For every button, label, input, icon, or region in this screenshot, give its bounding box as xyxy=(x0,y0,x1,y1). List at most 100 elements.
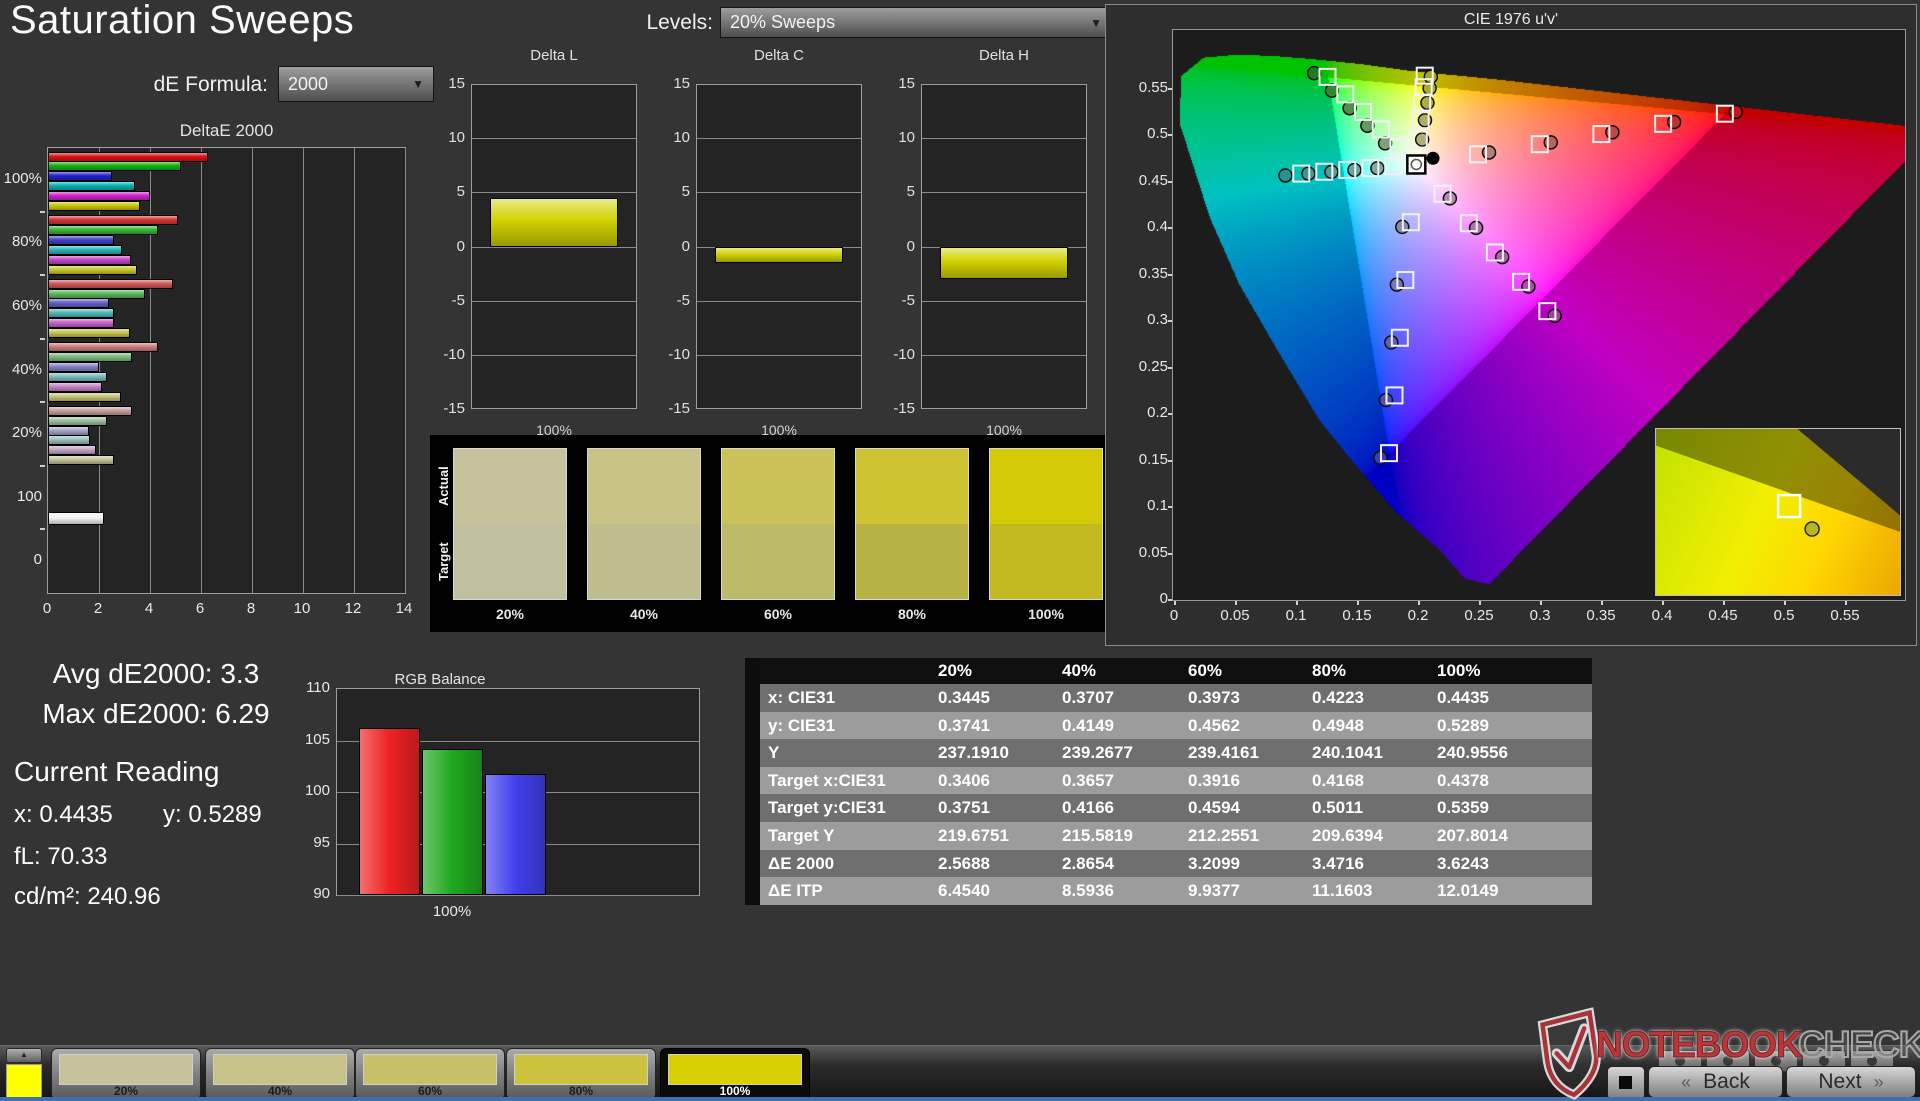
patch-button-20%[interactable]: 20% xyxy=(51,1048,201,1100)
axis-tick-label: 10 xyxy=(448,129,465,147)
swatch-percent-label: 80% xyxy=(897,606,927,622)
patch-swatch xyxy=(363,1054,497,1085)
deltae-bar-red-20% xyxy=(48,405,133,416)
axis-tick-label: 0 xyxy=(42,600,52,617)
axis-tick xyxy=(1168,366,1172,369)
axis-tick-label: 0.55 xyxy=(1830,607,1860,624)
back-button[interactable]: « Back xyxy=(1648,1066,1783,1098)
chart-title: Delta L xyxy=(530,47,578,64)
table-row: x: CIE31 0.3445 0.3707 0.3973 0.4223 0.4435 xyxy=(760,684,1592,712)
table-row: Target x:CIE31 0.3406 0.3657 0.3916 0.4168 0.… xyxy=(760,766,1592,795)
axis-tick xyxy=(1168,599,1172,601)
gridline xyxy=(922,192,1086,194)
table-cell: 0.4562 xyxy=(1188,715,1240,735)
axis-tick-label: 0.2 xyxy=(1407,607,1429,624)
table-cell: 0.3741 xyxy=(938,715,990,735)
stop-button[interactable] xyxy=(1607,1066,1645,1100)
deltae-bar-green-80% xyxy=(48,224,158,235)
scroll-up-button[interactable]: ▲ xyxy=(6,1048,42,1063)
next-button[interactable]: Next » xyxy=(1786,1066,1916,1098)
patch-button-100%[interactable]: 100% xyxy=(660,1048,810,1100)
gridline xyxy=(922,300,1086,302)
table-cell: 237.1910 xyxy=(938,743,1009,763)
patch-button-60%[interactable]: 60% xyxy=(355,1048,505,1100)
patch-button-80%[interactable]: 80% xyxy=(506,1048,656,1100)
swatch-target xyxy=(990,524,1102,599)
deltae-bar-green-40% xyxy=(48,352,133,363)
deltae-bar-cyan-60% xyxy=(48,308,115,319)
patch-label: 20% xyxy=(113,1084,139,1098)
gridline xyxy=(405,148,406,593)
axis-tick xyxy=(1168,180,1172,183)
current-x-stat: x: 0.4435 xyxy=(14,801,113,828)
swatch-actual xyxy=(990,449,1102,524)
swatch-actual xyxy=(588,449,700,524)
delta-bar xyxy=(490,197,618,247)
axis-tick-label: -10 xyxy=(443,345,465,363)
table-cell: 3.6243 xyxy=(1437,853,1489,873)
deltae-bar-yellow-80% xyxy=(48,264,137,275)
axis-tick-label: -5 xyxy=(901,291,915,309)
cie-target-green-40 xyxy=(1371,120,1390,139)
table-row-label: y: CIE31 xyxy=(768,715,836,735)
levels-dropdown[interactable]: 20% Sweeps ▼ xyxy=(720,7,1112,38)
gridline xyxy=(472,192,636,194)
table-header-80%: 80% xyxy=(1312,661,1347,680)
axis-tick-label: 0.15 xyxy=(1138,450,1168,468)
table-cell: 0.4594 xyxy=(1188,798,1240,818)
delta-l-chart: Delta L 15 10 5 0 -5 -10 -15 100% xyxy=(419,45,643,445)
cie-yellow-zoom-inset xyxy=(1655,428,1901,596)
current-reading-heading: Current Reading xyxy=(14,756,220,787)
axis-tick xyxy=(1357,601,1359,605)
table-header-60%: 60% xyxy=(1188,661,1223,680)
gridline xyxy=(922,354,1086,356)
cie-measured-yellow-60 xyxy=(1420,95,1435,111)
swatch-target xyxy=(588,524,700,599)
deltae-bar-cyan-40% xyxy=(48,371,107,382)
table-row-label: ΔE ITP xyxy=(768,881,823,901)
table-row-label: Target Y xyxy=(768,826,835,845)
cie-target-cyan-20 xyxy=(1384,157,1403,176)
rgb-bar-blue xyxy=(485,774,546,895)
axis-tick-label: 0.1 xyxy=(1147,497,1168,514)
deltae-bar-green-100% xyxy=(48,161,181,172)
cie-measured-red-100 xyxy=(1728,104,1744,120)
axis-tick-label: -15 xyxy=(893,400,915,417)
rgb-bar-green xyxy=(422,748,483,895)
delta-h-chart: Delta H 15 10 5 0 -5 -10 -15 100% xyxy=(869,45,1093,445)
table-cell: 0.3707 xyxy=(1062,688,1114,707)
cie-measured-red-20 xyxy=(1481,145,1497,160)
patch-button-40%[interactable]: 40% xyxy=(205,1048,355,1100)
axis-tick xyxy=(1235,601,1237,605)
de-formula-value: 2000 xyxy=(288,73,329,94)
swatch-20% xyxy=(453,448,567,600)
table-cell: 3.4716 xyxy=(1312,853,1364,873)
axis-tick-label: 95 xyxy=(313,833,330,851)
axis-tick-label: -15 xyxy=(443,400,465,417)
axis-tick-label: 10 xyxy=(293,600,311,617)
axis-tick xyxy=(1168,413,1172,415)
rgb-balance-title: RGB Balance xyxy=(394,671,486,688)
axis-tick xyxy=(1601,601,1603,605)
axis-tick xyxy=(40,401,45,404)
axis-tick xyxy=(1662,601,1664,605)
axis-tick-label: 6 xyxy=(195,600,205,617)
axis-tick xyxy=(1418,601,1420,605)
gridline xyxy=(697,138,861,140)
cie-target-green-60 xyxy=(1354,102,1373,121)
deltae-bar-yellow-60% xyxy=(48,328,130,339)
table-cell: 0.5011 xyxy=(1312,798,1364,818)
de-formula-dropdown[interactable]: 2000 ▼ xyxy=(278,66,434,102)
swatch-target xyxy=(454,524,566,599)
swatch-actual xyxy=(856,449,968,524)
current-color-patch xyxy=(6,1064,42,1099)
table-row: Target y:CIE31 0.3751 0.4166 0.4594 0.5011 0.… xyxy=(760,794,1592,822)
cie-target-green-80 xyxy=(1336,85,1355,104)
axis-tick-label: 10 xyxy=(673,129,690,147)
table-corner-strip xyxy=(745,658,760,905)
swatch-percent-label: 40% xyxy=(629,606,659,622)
table-cell: 0.4378 xyxy=(1437,770,1489,790)
gridline xyxy=(337,895,699,896)
current-cdm2-stat: cd/m²: 240.96 xyxy=(14,883,161,910)
table-row-label: ΔE 2000 xyxy=(768,853,835,873)
